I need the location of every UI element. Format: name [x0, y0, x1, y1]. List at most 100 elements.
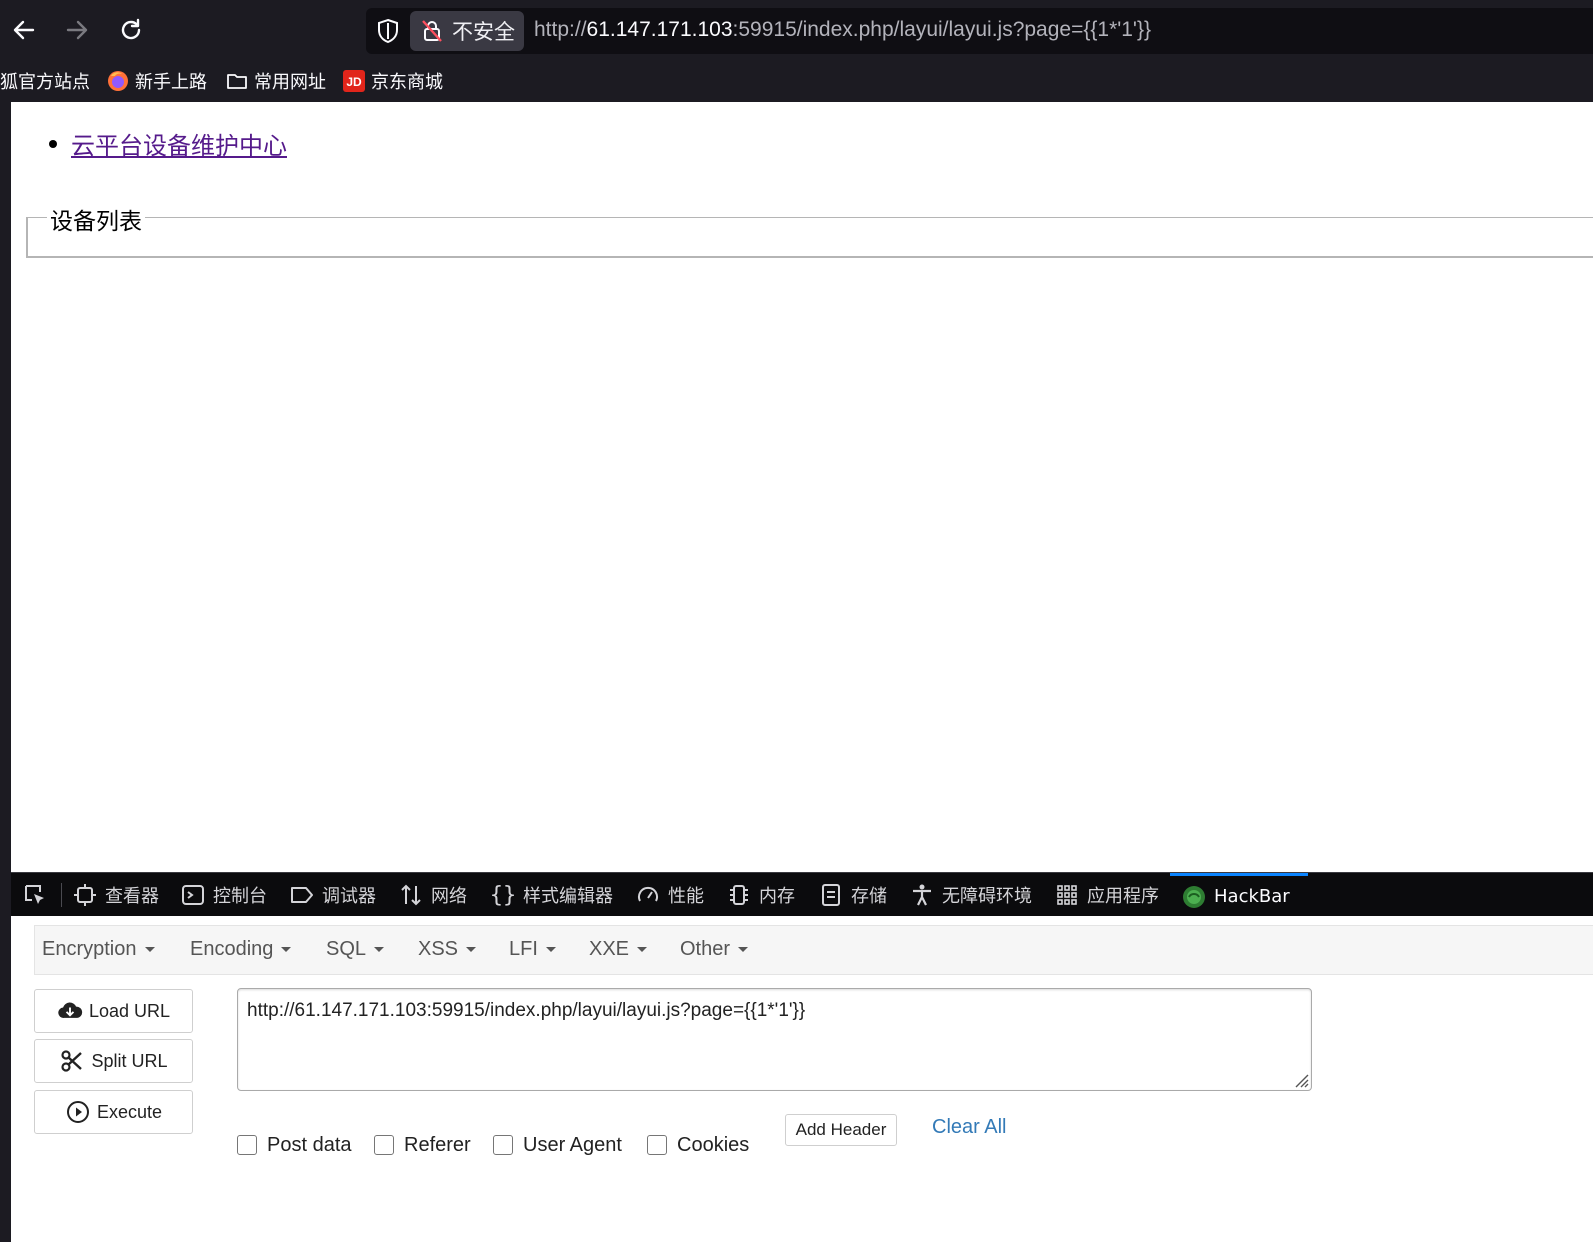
storage-icon [819, 883, 843, 907]
user-agent-option[interactable]: User Agent [493, 1130, 622, 1160]
tab-console[interactable]: 控制台 [181, 873, 267, 917]
menu-label: Other [680, 938, 731, 960]
cookies-checkbox[interactable] [647, 1135, 667, 1155]
url-textarea[interactable]: http://61.147.171.103:59915/index.php/la… [237, 988, 1312, 1091]
bookmark-label: 常用网址 [254, 72, 326, 93]
reload-button[interactable] [115, 14, 147, 46]
tab-label: 样式编辑器 [523, 886, 613, 907]
menu-label: SQL [326, 938, 367, 960]
memory-chip-icon [727, 883, 751, 907]
resize-handle-icon[interactable] [1291, 1070, 1309, 1088]
tab-label: 无障碍环境 [942, 886, 1032, 907]
url-prefix: http:// [534, 18, 587, 41]
tab-performance[interactable]: 性能 [636, 873, 704, 917]
tab-application[interactable]: 应用程序 [1055, 873, 1159, 917]
bookmark-official-site[interactable]: 狐官方站点 [0, 68, 90, 94]
network-icon [399, 883, 423, 907]
button-label: Load URL [88, 1000, 171, 1021]
caret-down-icon [545, 947, 556, 953]
bookmark-folder-common[interactable]: 常用网址 [226, 68, 326, 94]
post-data-checkbox[interactable] [237, 1135, 257, 1155]
cookies-option[interactable]: Cookies [647, 1130, 749, 1160]
url-textarea-value: http://61.147.171.103:59915/index.php/la… [247, 1000, 806, 1021]
menu-label: XXE [589, 938, 630, 960]
menu-lfi[interactable]: LFI [509, 938, 556, 961]
url-host: 61.147.171.103 [586, 18, 733, 41]
clear-all-link[interactable]: Clear All [932, 1116, 1006, 1139]
forward-button[interactable] [61, 14, 93, 46]
caret-down-icon [281, 947, 292, 953]
tab-label: 网络 [431, 886, 467, 907]
tab-label: HackBar [1214, 886, 1290, 907]
device-list-fieldset [26, 217, 1593, 258]
inspector-icon [73, 883, 97, 907]
bookmark-getting-started[interactable]: 新手上路 [107, 68, 207, 94]
menu-other[interactable]: Other [680, 938, 749, 961]
address-bar[interactable]: 不安全 http://61.147.171.103:59915/index.ph… [366, 8, 1593, 54]
bookmarks-bar: 狐官方站点 新手上路 常用网址 JD 京东商城 [0, 60, 1593, 102]
tab-label: 内存 [759, 886, 795, 907]
menu-encryption[interactable]: Encryption [42, 938, 155, 961]
security-indicator[interactable]: 不安全 [410, 11, 524, 51]
post-data-option[interactable]: Post data [237, 1130, 352, 1160]
shield-icon[interactable] [374, 17, 402, 45]
caret-down-icon [637, 947, 648, 953]
menu-encoding[interactable]: Encoding [190, 938, 292, 961]
play-circle-icon [65, 1099, 91, 1125]
add-header-button[interactable]: Add Header [785, 1114, 897, 1146]
tab-network[interactable]: 网络 [399, 873, 467, 917]
caret-down-icon [144, 947, 155, 953]
tab-label: 查看器 [105, 886, 159, 907]
url-rest: :59915/index.php/layui/layui.js?page={{1… [732, 18, 1151, 41]
braces-icon: {} [489, 882, 517, 908]
menu-label: XSS [418, 938, 459, 960]
bookmark-label: 狐官方站点 [0, 72, 90, 93]
user-agent-checkbox[interactable] [493, 1135, 513, 1155]
page-content: 云平台设备维护中心 设备列表 [11, 102, 1593, 872]
caret-down-icon [466, 947, 477, 953]
url-text[interactable]: http://61.147.171.103:59915/index.php/la… [534, 18, 1151, 42]
tab-label: 性能 [668, 886, 704, 907]
menu-label: Encryption [42, 938, 137, 960]
execute-button[interactable]: Execute [34, 1090, 193, 1134]
maintenance-center-link[interactable]: 云平台设备维护中心 [71, 132, 287, 160]
scissors-icon [59, 1048, 85, 1074]
option-label: Post data [267, 1133, 352, 1156]
picker-icon [23, 883, 47, 907]
menu-xxe[interactable]: XXE [589, 938, 648, 961]
debugger-icon [290, 883, 314, 907]
option-label: User Agent [523, 1133, 622, 1156]
device-list-legend: 设备列表 [47, 202, 145, 236]
button-label: Split URL [91, 1050, 168, 1071]
menu-label: Encoding [190, 938, 274, 960]
tab-style-editor[interactable]: {} 样式编辑器 [489, 873, 613, 917]
back-button[interactable] [8, 14, 40, 46]
folder-icon [226, 70, 248, 92]
grid-icon [1055, 883, 1079, 907]
security-label: 不安全 [452, 20, 515, 44]
tab-memory[interactable]: 内存 [727, 873, 795, 917]
menu-xss[interactable]: XSS [418, 938, 477, 961]
bookmark-jd[interactable]: JD 京东商城 [343, 68, 443, 94]
menu-sql[interactable]: SQL [326, 938, 385, 961]
tab-label: 存储 [851, 886, 887, 907]
referer-option[interactable]: Referer [374, 1130, 471, 1160]
jd-icon: JD [343, 70, 365, 92]
tab-debugger[interactable]: 调试器 [290, 873, 376, 917]
menu-label: LFI [509, 938, 538, 960]
tab-label: 调试器 [322, 886, 376, 907]
tab-inspector[interactable]: 查看器 [73, 873, 159, 917]
arrow-right-icon [66, 20, 88, 40]
caret-down-icon [738, 947, 749, 953]
tab-storage[interactable]: 存储 [819, 873, 887, 917]
split-url-button[interactable]: Split URL [34, 1039, 193, 1083]
element-picker-button[interactable] [23, 873, 55, 917]
console-icon [181, 883, 205, 907]
gauge-icon [636, 883, 660, 907]
referer-checkbox[interactable] [374, 1135, 394, 1155]
arrow-left-icon [13, 20, 35, 40]
browser-toolbar: 不安全 http://61.147.171.103:59915/index.ph… [0, 0, 1593, 60]
load-url-button[interactable]: Load URL [34, 989, 193, 1033]
tab-hackbar[interactable]: HackBar [1170, 873, 1308, 917]
tab-accessibility[interactable]: 无障碍环境 [910, 873, 1032, 917]
